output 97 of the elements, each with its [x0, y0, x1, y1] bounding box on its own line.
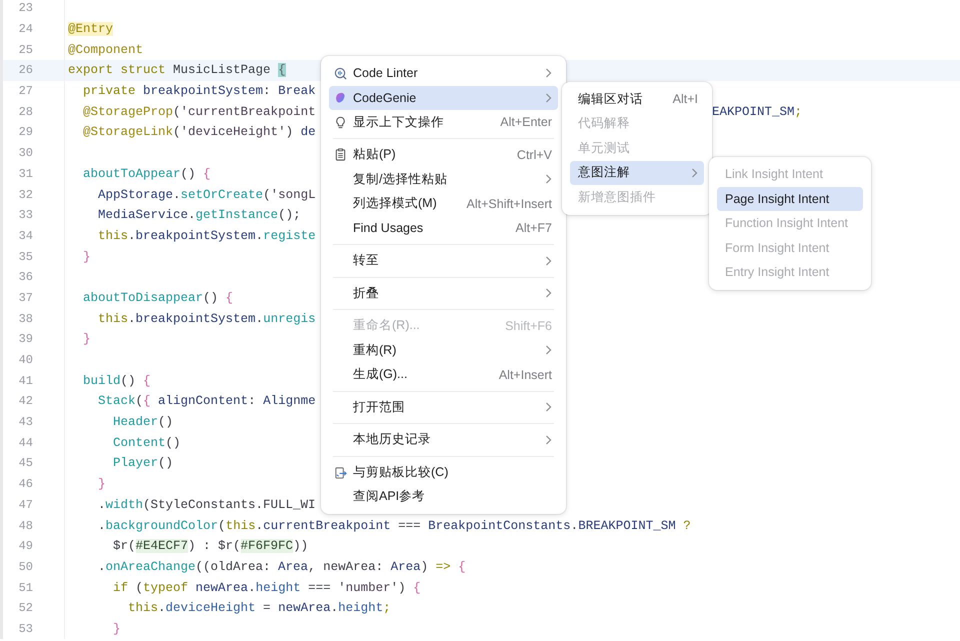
code-line: } — [97, 477, 106, 492]
shortcut-text: Alt+F7 — [516, 221, 552, 236]
chevron-right-icon — [545, 256, 552, 266]
menu-item[interactable]: 生成(G)... Alt+Insert — [329, 362, 558, 387]
code-line: aboutToDisappear() { — [82, 290, 234, 305]
menu-item[interactable]: 编辑区对话 Alt+I — [570, 87, 704, 112]
code-line: this.breakpointSystem.unregis — [97, 312, 316, 326]
line-number: 24 — [18, 22, 33, 36]
line-number: 29 — [18, 125, 33, 140]
lightbulb-icon — [334, 116, 347, 128]
code-fragment: EAKPOINT_SM; — [712, 104, 802, 118]
search-icon — [334, 66, 347, 80]
chevron-right-icon — [545, 68, 552, 78]
code-line: .onAreaChange((oldArea: Area, newArea: Area) => { — [97, 560, 466, 574]
code-line: aboutToAppear() { — [82, 166, 211, 181]
menu-item[interactable]: 打开范围 — [329, 395, 558, 420]
menu-item[interactable]: 查阅API参考 — [329, 484, 558, 509]
menu-item[interactable]: 意图注解 — [570, 160, 704, 185]
chevron-right-icon — [545, 174, 552, 184]
code-line: this.deviceHeight = newArea.height; — [127, 601, 391, 616]
line-number: 41 — [18, 374, 33, 388]
menu-item[interactable]: CodeGenie — [329, 86, 558, 110]
shortcut-text: Alt+I — [672, 92, 698, 106]
line-number: 35 — [18, 250, 33, 264]
code-line: } — [82, 332, 91, 346]
line-number: 30 — [18, 146, 33, 160]
code-line: @Component — [68, 42, 144, 57]
code-line: export struct MusicListPage { — [68, 63, 286, 78]
menu-item[interactable]: 重构(R) — [329, 338, 558, 362]
line-number: 49 — [18, 539, 33, 554]
menu-item[interactable]: 复制/选择性粘贴 — [329, 167, 558, 192]
line-number: 31 — [18, 166, 33, 181]
line-number: 28 — [18, 104, 33, 119]
code-line: Player() — [112, 456, 174, 470]
line-number: 46 — [18, 477, 33, 492]
menu-item[interactable]: Find Usages Alt+F7 — [329, 216, 558, 240]
line-number: 23 — [18, 1, 33, 16]
line-number: 51 — [18, 580, 33, 595]
code-line: Content() — [112, 436, 181, 450]
line-number: 34 — [18, 228, 33, 243]
code-line: Header() — [112, 415, 174, 430]
line-number: 50 — [18, 560, 33, 574]
line-number: 40 — [18, 353, 33, 368]
chevron-right-icon — [545, 92, 552, 103]
code-line: } — [112, 622, 121, 636]
chevron-right-icon — [545, 288, 552, 298]
line-number: 53 — [18, 622, 33, 636]
code-line: .width(StyleConstants.FULL_WI — [97, 498, 316, 512]
shortcut-text: Alt+Enter — [500, 115, 552, 130]
line-number: 42 — [18, 394, 33, 408]
code-line: this.breakpointSystem.registe — [97, 228, 316, 243]
line-number: 48 — [18, 518, 33, 533]
code-line: Stack({ alignContent: Alignme — [97, 394, 316, 408]
line-number: 36 — [18, 270, 33, 284]
line-number: 27 — [18, 84, 33, 98]
code-line: private breakpointSystem: Break — [82, 84, 316, 98]
line-number: 52 — [18, 601, 33, 616]
line-number: 44 — [18, 436, 33, 450]
code-line: .backgroundColor(this.currentBreakpoint === BreakpointConstants.BREAKPOINT_SM ? — [97, 518, 691, 533]
code-line: AppStorage.setOrCreate('songL — [97, 188, 316, 202]
clipboard-arrows-icon — [334, 466, 347, 478]
line-number: 26 — [18, 63, 33, 78]
chevron-right-icon — [545, 434, 552, 445]
gradient-blob-icon — [334, 91, 347, 104]
code-line: } — [82, 250, 91, 264]
line-number: 37 — [18, 290, 33, 305]
menu-item[interactable]: 列选择模式(M) Alt+Shift+Insert — [329, 192, 558, 216]
code-line: if (typeof newArea.height === 'number') { — [112, 580, 421, 595]
code-line: @StorageLink('deviceHeight') de — [82, 125, 316, 140]
chevron-right-icon — [545, 345, 552, 356]
menu-item[interactable]: 与剪贴板比较(C) — [329, 460, 558, 484]
menu-item[interactable]: Code Linter — [329, 61, 558, 86]
menu-item[interactable]: 折叠 — [329, 281, 558, 306]
menu-item[interactable]: 显示上下文操作 Alt+Enter — [329, 110, 558, 134]
line-number: 39 — [18, 332, 33, 346]
shortcut-text: Ctrl+V — [516, 148, 552, 162]
line-number: 33 — [18, 208, 33, 222]
line-number: 38 — [18, 312, 33, 326]
menu-item[interactable]: 本地历史记录 — [329, 428, 558, 452]
menu-item[interactable]: 转至 — [329, 248, 558, 273]
code-line: MediaService.getInstance(); — [97, 208, 301, 222]
code-line: $r(#E4ECF7) : $r(#F6F9FC)) — [112, 539, 308, 554]
shortcut-text: Alt+Insert — [498, 368, 552, 382]
shortcut-text: Shift+F6 — [505, 318, 552, 333]
line-number: 43 — [18, 415, 33, 430]
clipboard-icon — [334, 148, 347, 161]
menu-item[interactable]: 粘贴(P) Ctrl+V — [329, 142, 558, 167]
line-number: 25 — [18, 42, 33, 57]
menu-item[interactable]: Page Insight Intent — [717, 186, 863, 211]
chevron-right-icon — [545, 402, 552, 412]
line-number: 45 — [18, 456, 33, 470]
chevron-right-icon — [691, 168, 698, 178]
line-number: 32 — [18, 188, 33, 202]
line-number: 47 — [18, 498, 33, 512]
code-line: @StorageProp('currentBreakpoint — [82, 104, 316, 119]
shortcut-text: Alt+Shift+Insert — [466, 196, 552, 211]
code-line: build() { — [82, 374, 151, 388]
